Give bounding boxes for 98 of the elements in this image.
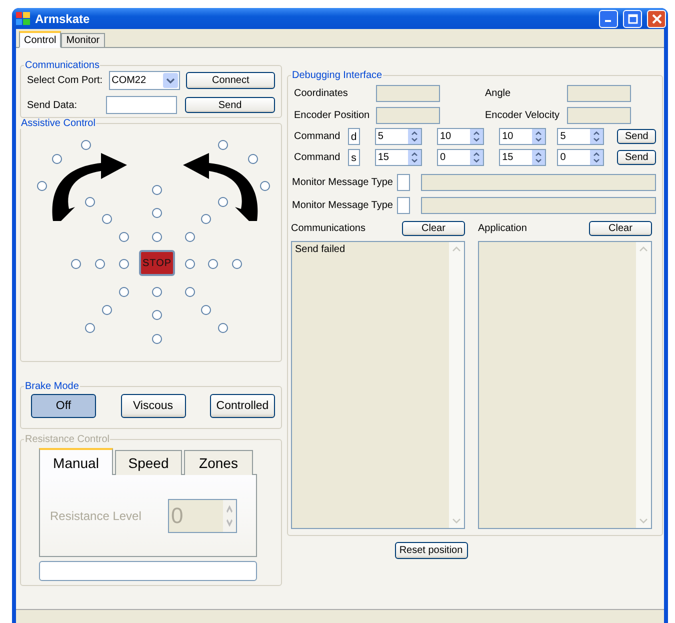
com-port-dropdown[interactable]: COM22 <box>108 71 180 90</box>
number-spinner[interactable]: 15 <box>374 149 422 166</box>
spin-arrows-icon[interactable] <box>590 150 604 165</box>
radio-button[interactable] <box>152 208 162 218</box>
radio-button[interactable] <box>71 259 81 269</box>
log-title: Application <box>478 223 527 234</box>
send-data-field[interactable] <box>106 96 178 114</box>
field-label: Monitor Message Type <box>292 200 391 211</box>
readout-field <box>567 107 631 124</box>
radio-button[interactable] <box>85 197 95 207</box>
readout-field <box>567 85 631 102</box>
field-label: Select Com Port: <box>27 75 103 86</box>
group-title: Brake Mode <box>24 381 80 392</box>
clear-button[interactable]: Clear <box>589 221 652 236</box>
radio-button[interactable] <box>208 259 218 269</box>
brake-mode-button[interactable]: Off <box>31 394 96 418</box>
radio-button[interactable] <box>81 140 91 150</box>
maximize-button[interactable] <box>623 10 642 28</box>
radio-button[interactable] <box>185 232 195 242</box>
spin-arrows-icon[interactable] <box>532 150 546 165</box>
radio-button[interactable] <box>232 259 242 269</box>
close-icon <box>652 14 662 24</box>
spin-arrows-icon[interactable] <box>532 129 546 144</box>
log-line: Send failed <box>295 244 346 255</box>
field-label: Command <box>294 152 342 163</box>
spin-arrows-icon[interactable] <box>590 129 604 144</box>
radio-button[interactable] <box>152 310 162 320</box>
radio-button[interactable] <box>95 259 105 269</box>
radio-button[interactable] <box>119 232 129 242</box>
number-spinner[interactable]: 5 <box>374 128 422 145</box>
field-label: Send Data: <box>27 100 78 110</box>
radio-button[interactable] <box>201 214 211 224</box>
field-label: Encoder Velocity <box>485 110 560 121</box>
message-type-field[interactable] <box>397 174 410 191</box>
radio-button[interactable] <box>37 181 47 191</box>
radio-button[interactable] <box>85 323 95 333</box>
radio-button[interactable] <box>102 214 112 224</box>
radio-button[interactable] <box>185 259 195 269</box>
scrollbar-icon <box>449 242 464 528</box>
number-spinner[interactable]: 15 <box>499 149 546 166</box>
radio-button[interactable] <box>201 305 211 315</box>
brake-mode-button[interactable]: Viscous <box>120 394 186 418</box>
field-label: Command <box>294 131 342 142</box>
field-label: Angle <box>485 88 512 99</box>
group-title: Debugging Interface <box>291 70 384 81</box>
brake-mode-button[interactable]: Controlled <box>210 394 275 418</box>
group-title: Communications <box>24 60 100 71</box>
spin-arrows-icon[interactable] <box>470 129 484 144</box>
app-icon <box>16 12 30 25</box>
number-spinner[interactable]: 10 <box>499 128 546 145</box>
radio-button[interactable] <box>185 287 195 297</box>
number-spinner[interactable]: 5 <box>557 128 604 145</box>
radio-button[interactable] <box>119 287 129 297</box>
radio-button[interactable] <box>52 154 62 164</box>
radio-button[interactable] <box>152 287 162 297</box>
radio-button[interactable] <box>218 197 228 207</box>
maximize-icon <box>628 14 638 24</box>
reset-position-button[interactable]: Reset position <box>394 542 468 559</box>
tab[interactable]: Control <box>19 31 62 48</box>
field-label: Monitor Message Type <box>292 177 391 188</box>
group-title: Resistance Control <box>24 434 110 445</box>
command-code-field[interactable]: d <box>348 128 360 145</box>
radio-button[interactable] <box>102 305 112 315</box>
minimize-button[interactable] <box>599 10 618 28</box>
caret-icon <box>163 73 178 88</box>
radio-button[interactable] <box>218 140 228 150</box>
close-button[interactable] <box>647 10 666 28</box>
radio-button[interactable] <box>152 185 162 195</box>
send-button[interactable]: Send <box>617 129 656 144</box>
spin-arrows-icon[interactable] <box>470 150 484 165</box>
radio-button[interactable] <box>218 323 228 333</box>
message-type-field[interactable] <box>397 197 410 214</box>
number-spinner[interactable]: 0 <box>436 149 484 166</box>
number-spinner[interactable]: 0 <box>557 149 604 166</box>
send-button[interactable]: Send <box>185 97 275 113</box>
radio-button[interactable] <box>152 334 162 344</box>
group-title: Assistive Control <box>20 118 96 129</box>
send-button[interactable]: Send <box>617 150 656 165</box>
command-code-field[interactable]: s <box>348 149 360 166</box>
radio-button[interactable] <box>152 232 162 242</box>
radio-button[interactable] <box>260 181 270 191</box>
readout-field <box>376 107 440 124</box>
spin-arrows-icon[interactable] <box>408 129 421 144</box>
number-spinner[interactable]: 10 <box>436 128 484 145</box>
clear-button[interactable]: Clear <box>402 221 465 236</box>
field-label: Encoder Position <box>294 110 370 121</box>
field-label: Resistance Level <box>50 508 142 522</box>
window-title: Armskate <box>35 12 91 26</box>
radio-button[interactable] <box>119 259 129 269</box>
text-field[interactable] <box>39 561 257 581</box>
spin-arrows-icon[interactable] <box>408 150 421 165</box>
field-label: Coordinates <box>294 88 349 99</box>
tab[interactable]: Monitor <box>61 33 105 48</box>
readout-field <box>376 85 440 102</box>
scrollbar-icon <box>636 242 651 528</box>
radio-button[interactable] <box>248 154 258 164</box>
log-title: Communications <box>291 223 366 234</box>
connect-button[interactable]: Connect <box>186 72 275 89</box>
